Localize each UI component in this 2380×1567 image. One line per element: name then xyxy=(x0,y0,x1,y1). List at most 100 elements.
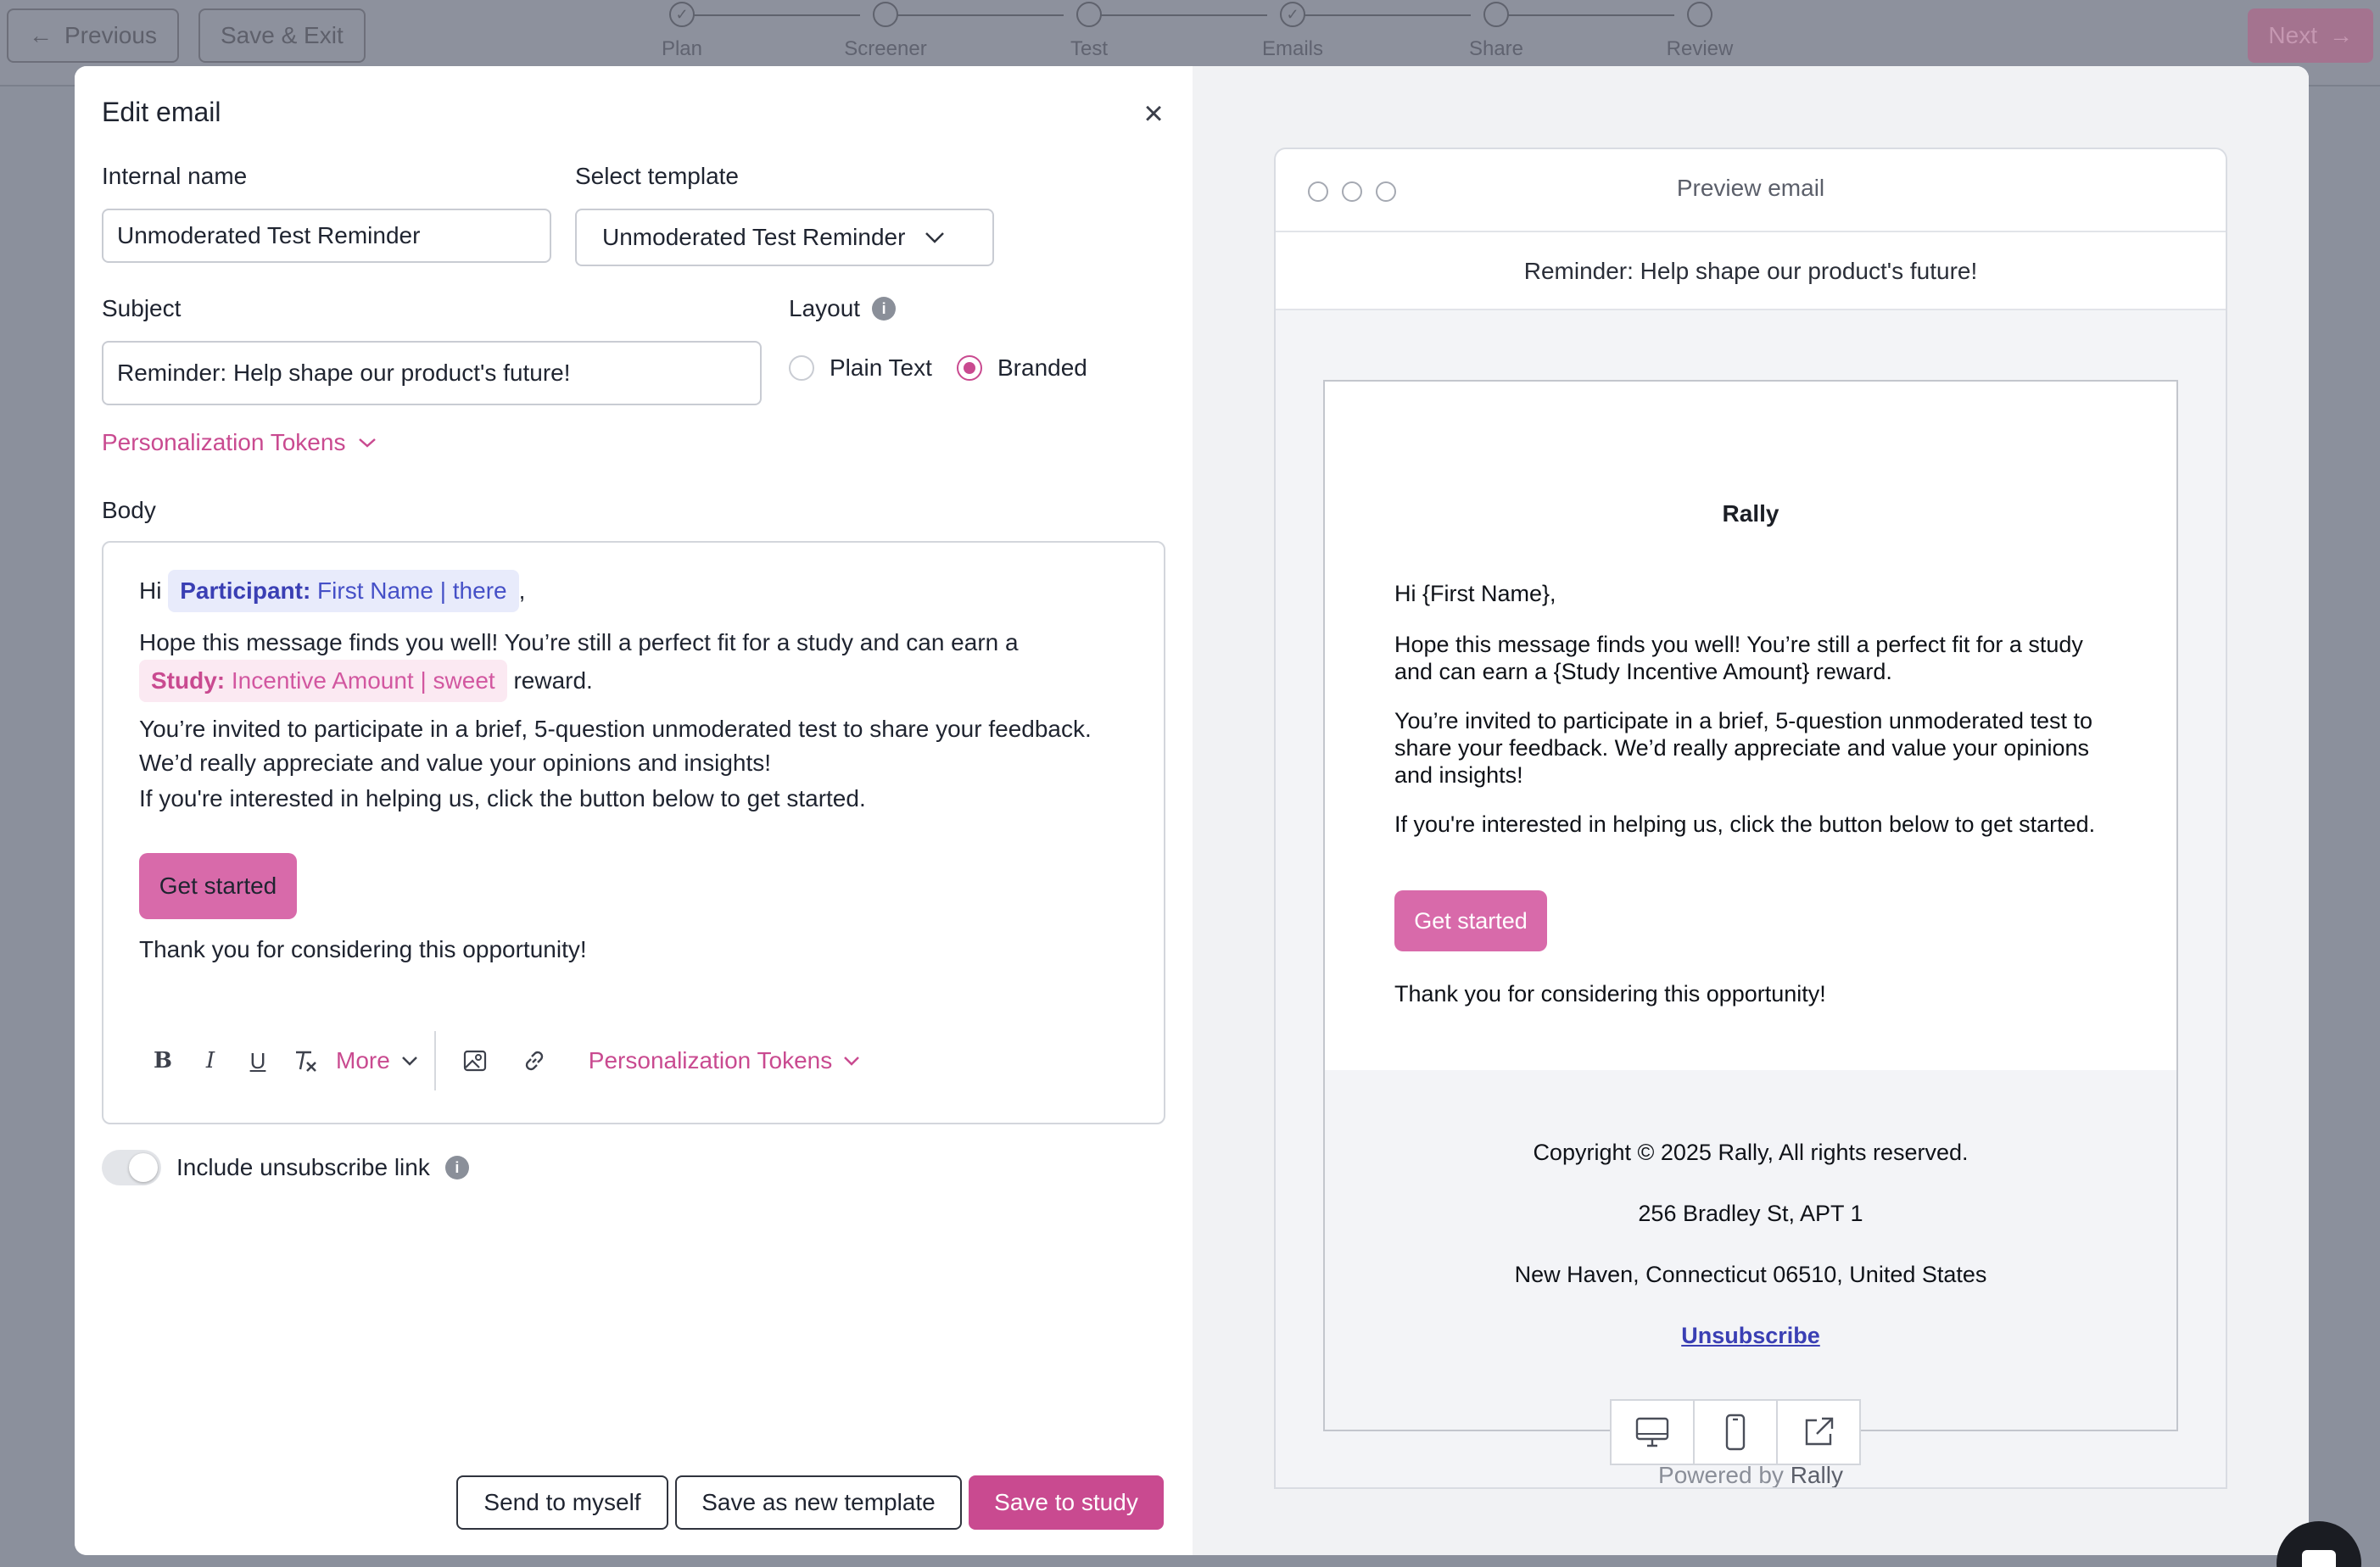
step-circle-icon xyxy=(1687,2,1712,27)
mobile-icon xyxy=(1725,1414,1746,1451)
para1-text: Hope this message finds you well! You’re… xyxy=(139,629,1019,655)
personalization-tokens-label: Personalization Tokens xyxy=(102,429,346,455)
preview-email-body: Rally Hi {First Name}, Hope this message… xyxy=(1323,380,2178,1431)
token-value: First Name | there xyxy=(317,577,507,604)
step-circle-icon xyxy=(1076,2,1102,27)
body-paragraph-3: If you're interested in helping us, clic… xyxy=(139,785,866,811)
greeting-text: Hi xyxy=(139,577,162,604)
email-paragraph-3: If you're interested in helping us, clic… xyxy=(1394,811,2096,837)
email-paragraph-2: You’re invited to participate in a brief… xyxy=(1394,708,2093,788)
email-get-started-button[interactable]: Get started xyxy=(1394,890,1547,951)
chevron-down-icon xyxy=(401,1057,417,1066)
unsubscribe-label: Include unsubscribe link xyxy=(176,1154,430,1180)
radio-circle xyxy=(789,355,814,381)
body-greeting-line: Hi Participant: First Name | there, xyxy=(139,570,525,612)
body-paragraph-1: Hope this message finds you well! You’re… xyxy=(139,626,1140,702)
italic-icon[interactable]: I xyxy=(187,1037,234,1085)
template-value: Unmoderated Test Reminder xyxy=(602,224,906,250)
arrow-right-icon: → xyxy=(2329,22,2353,48)
desktop-icon xyxy=(1635,1417,1669,1447)
email-closing: Thank you for considering this opportuni… xyxy=(1394,981,1826,1007)
email-greeting: Hi {First Name}, xyxy=(1394,581,1556,606)
footer-address-1: 256 Bradley St, APT 1 xyxy=(1638,1201,1863,1226)
email-paragraph-1: Hope this message finds you well! You’re… xyxy=(1394,632,2083,684)
footer-copyright: Copyright © 2025 Rally, All rights reser… xyxy=(1533,1140,1969,1165)
subject-label: Subject xyxy=(102,295,182,321)
footer-address-2: New Haven, Connecticut 06510, United Sta… xyxy=(1514,1262,1987,1287)
template-select[interactable]: Unmoderated Test Reminder xyxy=(575,209,994,266)
toolbar-divider xyxy=(433,1031,436,1090)
step-plan[interactable]: ✓ Plan xyxy=(597,2,767,61)
chevron-down-icon xyxy=(844,1057,860,1066)
close-icon[interactable]: × xyxy=(1137,97,1170,131)
body-editor[interactable]: Hi Participant: First Name | there, Hope… xyxy=(102,541,1165,1124)
mobile-view-button[interactable] xyxy=(1695,1401,1778,1464)
powered-by-brand: Rally xyxy=(1790,1462,1843,1488)
step-emails[interactable]: ✓ Emails xyxy=(1208,2,1377,61)
footer-unsubscribe-row: Unsubscribe xyxy=(1325,1323,2176,1349)
bold-icon[interactable]: B xyxy=(139,1037,187,1085)
radio-branded-label: Branded xyxy=(997,354,1087,381)
step-screener[interactable]: Screener xyxy=(801,2,970,61)
study-token-chip[interactable]: Study: Incentive Amount | sweet xyxy=(139,660,507,702)
underline-icon[interactable]: U xyxy=(234,1037,282,1085)
check-icon: ✓ xyxy=(669,2,695,27)
body-closing: Thank you for considering this opportuni… xyxy=(139,936,587,962)
participant-token-chip[interactable]: Participant: First Name | there xyxy=(168,570,519,612)
device-toggle-bar xyxy=(1610,1399,1861,1465)
more-dropdown[interactable]: More xyxy=(336,1047,419,1074)
desktop-view-button[interactable] xyxy=(1612,1401,1695,1464)
next-label: Next xyxy=(2268,22,2317,48)
next-button[interactable]: Next → xyxy=(2248,8,2373,63)
step-share[interactable]: Share xyxy=(1411,2,1581,61)
clear-format-icon[interactable] xyxy=(282,1037,329,1085)
powered-by: Powered by Rally xyxy=(1276,1462,2226,1488)
unsubscribe-link[interactable]: Unsubscribe xyxy=(1681,1323,1820,1348)
check-icon: ✓ xyxy=(1280,2,1305,27)
token-value: Incentive Amount | sweet xyxy=(231,667,495,694)
step-test[interactable]: Test xyxy=(1004,2,1174,61)
info-icon[interactable]: i xyxy=(872,297,897,321)
chevron-down-icon xyxy=(359,438,377,448)
wizard-stepper: ✓ Plan Screener Test ✓ Emails Share Revi… xyxy=(0,0,2380,76)
email-brand: Rally xyxy=(1722,500,1779,527)
modal-title: Edit email xyxy=(102,97,221,127)
radio-plain-text[interactable]: Plain Text xyxy=(789,354,932,382)
preview-header: Preview email xyxy=(1276,149,2226,232)
toolbar-personalization-tokens[interactable]: Personalization Tokens xyxy=(589,1047,861,1074)
get-started-button[interactable]: Get started xyxy=(139,853,297,919)
step-circle-icon xyxy=(873,2,898,27)
unsubscribe-toggle[interactable] xyxy=(102,1150,161,1185)
internal-name-label: Internal name xyxy=(102,163,248,189)
preview-title: Preview email xyxy=(1676,175,1825,201)
comma-text: , xyxy=(518,577,526,604)
layout-label: Layout xyxy=(789,295,861,321)
template-label: Select template xyxy=(575,163,739,189)
personalization-tokens-dropdown[interactable]: Personalization Tokens xyxy=(102,429,377,456)
token-key: Participant: xyxy=(180,577,311,604)
external-link-icon xyxy=(1805,1417,1834,1446)
body-paragraph-2: You’re invited to participate in a brief… xyxy=(139,716,1092,776)
toolbar-pt-label: Personalization Tokens xyxy=(588,1047,833,1073)
editor-panel: Edit email × Internal name Unmoderated T… xyxy=(75,66,1193,1555)
email-content: Rally Hi {First Name}, Hope this message… xyxy=(1325,382,2176,1070)
step-circle-icon xyxy=(1483,2,1509,27)
internal-name-input[interactable]: Unmoderated Test Reminder xyxy=(102,209,551,263)
radio-plain-text-label: Plain Text xyxy=(830,354,932,381)
more-label: More xyxy=(336,1047,390,1073)
radio-branded[interactable]: Branded xyxy=(957,354,1087,382)
open-external-button[interactable] xyxy=(1778,1401,1859,1464)
save-to-study-button[interactable]: Save to study xyxy=(969,1475,1164,1530)
save-new-template-button[interactable]: Save as new template xyxy=(675,1475,962,1530)
link-icon[interactable] xyxy=(511,1037,558,1085)
body-label: Body xyxy=(102,497,156,523)
step-review[interactable]: Review xyxy=(1615,2,1785,61)
radio-circle-selected xyxy=(957,355,982,381)
send-to-myself-button[interactable]: Send to myself xyxy=(456,1475,668,1530)
subject-input[interactable]: Reminder: Help shape our product's futur… xyxy=(102,341,762,405)
unsubscribe-row: Include unsubscribe link i xyxy=(102,1150,469,1185)
email-preview-frame: Preview email Reminder: Help shape our p… xyxy=(1274,148,2227,1489)
preview-subject: Reminder: Help shape our product's futur… xyxy=(1276,232,2226,310)
info-icon[interactable]: i xyxy=(444,1156,469,1179)
image-icon[interactable] xyxy=(451,1037,499,1085)
